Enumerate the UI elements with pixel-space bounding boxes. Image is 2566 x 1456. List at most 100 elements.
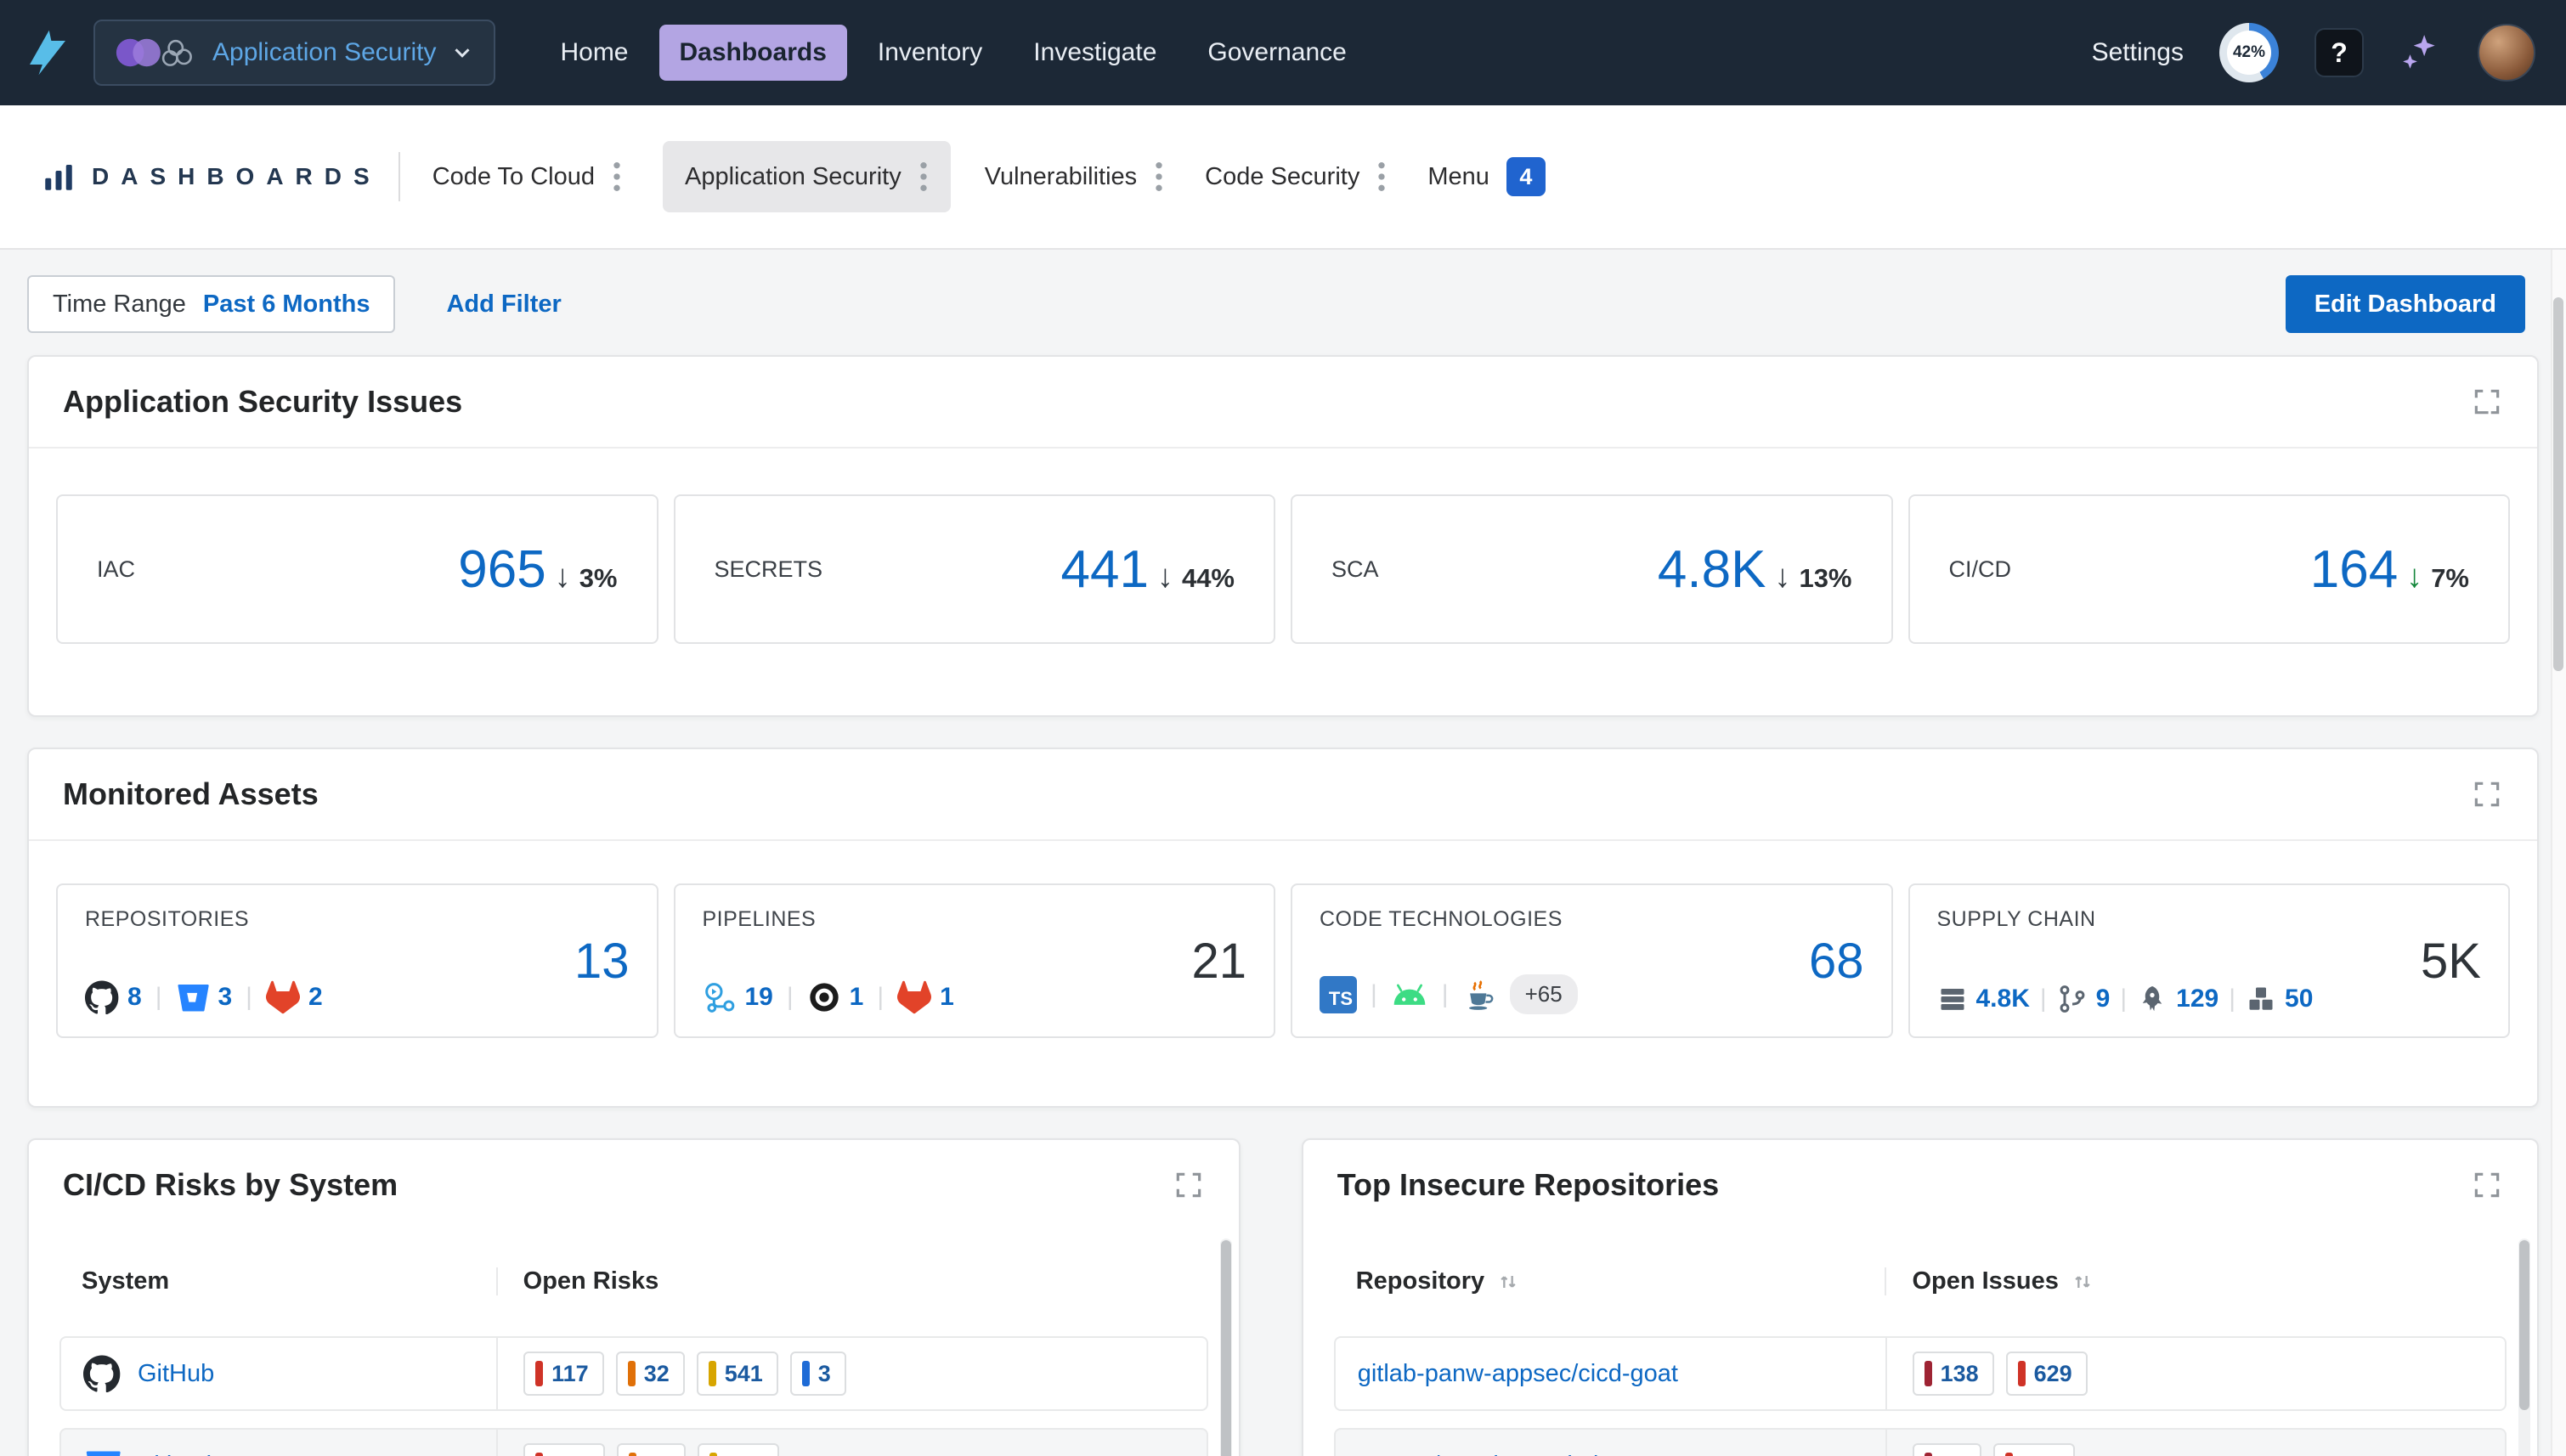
repo-count-github[interactable]: 8	[85, 980, 142, 1014]
nav-item-governance[interactable]: Governance	[1187, 25, 1366, 81]
system-link[interactable]: Bitbucket	[138, 1452, 239, 1456]
repo-count-bitbucket[interactable]: 3	[175, 980, 232, 1014]
sort-icon	[2071, 1270, 2094, 1294]
pipeline-count-circleci[interactable]: 1	[807, 980, 864, 1014]
nav-item-investigate[interactable]: Investigate	[1013, 25, 1177, 81]
tab-label: Code Security	[1205, 163, 1359, 191]
circleci-icon	[807, 980, 841, 1014]
kebab-menu-icon[interactable]	[1376, 160, 1387, 194]
expand-button[interactable]	[2471, 386, 2503, 418]
tab-vulnerabilities[interactable]: Vulnerabilities	[985, 160, 1164, 194]
divider: |	[2229, 985, 2235, 1013]
stat-label: SECRETS	[715, 556, 823, 583]
stat-tile-secrets[interactable]: SECRETS 441 ↓ 44%	[674, 494, 1276, 644]
time-range-value: Past 6 Months	[203, 291, 370, 319]
column-header-open-issues[interactable]: Open Issues	[1885, 1267, 2507, 1295]
app-context-switcher[interactable]: Application Security	[93, 20, 495, 86]
trend-arrow-icon: ↓	[1157, 559, 1173, 595]
time-range-filter[interactable]: Time Range Past 6 Months	[27, 275, 395, 333]
severity-bar	[2005, 1453, 2013, 1456]
severity-badge[interactable]: 32	[616, 1352, 685, 1396]
expand-button[interactable]	[2471, 1169, 2503, 1201]
ai-copilot-button[interactable]	[2399, 31, 2442, 74]
page-scrollbar-thumb[interactable]	[2553, 297, 2563, 671]
expand-button[interactable]	[2471, 778, 2503, 810]
table-row: GitHub 117 32 541 3	[59, 1336, 1208, 1411]
severity-badge[interactable]: 22	[617, 1443, 686, 1456]
severity-badge[interactable]: 423	[698, 1443, 779, 1456]
repository-link[interactable]: saarett/supplygoat-itai	[1358, 1452, 1599, 1456]
severity-badge[interactable]: 3	[790, 1352, 846, 1396]
divider: |	[246, 983, 252, 1012]
tech-android[interactable]	[1391, 980, 1428, 1009]
stat-tile-iac[interactable]: IAC 965 ↓ 3%	[56, 494, 658, 644]
supply-chain-packages[interactable]: 50	[2246, 984, 2313, 1014]
tab-menu[interactable]: Menu 4	[1427, 157, 1546, 196]
user-avatar[interactable]	[2478, 24, 2535, 82]
nav-item-dashboards[interactable]: Dashboards	[659, 25, 847, 81]
nav-item-home[interactable]: Home	[540, 25, 648, 81]
card-title: Monitored Assets	[63, 776, 319, 812]
tab-code-security[interactable]: Code Security	[1205, 160, 1387, 194]
severity-badge[interactable]: 541	[697, 1352, 778, 1396]
asset-label: REPOSITORIES	[85, 907, 323, 932]
nav-item-inventory[interactable]: Inventory	[857, 25, 1003, 81]
expand-button[interactable]	[1173, 1169, 1205, 1201]
asset-tile-supply-chain: SUPPLY CHAIN 4.8K | 9 | 129	[1908, 883, 2511, 1038]
tab-application-security[interactable]: Application Security	[663, 141, 951, 212]
android-icon	[1391, 980, 1428, 1009]
bitbucket-icon	[83, 1447, 121, 1456]
stat-value: 441	[1061, 539, 1149, 600]
gitlab-icon	[266, 980, 300, 1014]
stat-tile-sca[interactable]: SCA 4.8K ↓ 13%	[1291, 494, 1893, 644]
severity-bar	[1924, 1361, 1932, 1386]
trend-arrow-icon: ↓	[555, 559, 571, 595]
card-title: CI/CD Risks by System	[63, 1167, 398, 1203]
card-scrollbar-thumb[interactable]	[1221, 1240, 1231, 1456]
tech-java[interactable]	[1462, 978, 1496, 1012]
gitlab-icon	[897, 980, 931, 1014]
sort-icon	[1496, 1270, 1520, 1294]
credits-usage-ring[interactable]: 42%	[2219, 23, 2279, 82]
dashboards-icon	[41, 159, 76, 195]
pipeline-count-gitlab[interactable]: 1	[897, 980, 954, 1014]
supply-chain-dependencies[interactable]: 4.8K	[1937, 984, 2030, 1014]
stat-tile-cicd[interactable]: CI/CD 164 ↓ 7%	[1908, 494, 2511, 644]
repo-count-gitlab[interactable]: 2	[266, 980, 323, 1014]
prisma-cloud-logo[interactable]	[24, 29, 71, 76]
severity-badge[interactable]: 83	[1913, 1443, 1981, 1456]
tech-typescript[interactable]: TS	[1320, 976, 1357, 1013]
divider: |	[155, 983, 162, 1012]
settings-link[interactable]: Settings	[2092, 38, 2184, 67]
typescript-icon: TS	[1320, 976, 1357, 1013]
edit-dashboard-button[interactable]: Edit Dashboard	[2286, 275, 2525, 333]
monitored-assets-card: Monitored Assets REPOSITORIES 8 | 3	[27, 748, 2539, 1108]
primary-nav: Home Dashboards Inventory Investigate Go…	[540, 25, 1366, 81]
kebab-menu-icon[interactable]	[1154, 160, 1164, 194]
table-row: gitlab-panw-appsec/cicd-goat 138 629	[1334, 1336, 2507, 1411]
pipeline-icon	[703, 980, 737, 1014]
severity-badge[interactable]: 106	[523, 1443, 605, 1456]
add-filter-button[interactable]: Add Filter	[446, 291, 561, 319]
more-technologies-chip[interactable]: +65	[1510, 974, 1578, 1014]
chevron-down-icon	[449, 40, 475, 65]
kebab-menu-icon[interactable]	[918, 160, 929, 194]
tab-code-to-cloud[interactable]: Code To Cloud	[432, 160, 622, 194]
asset-total: 5K	[2421, 933, 2481, 990]
cicd-risks-card: CI/CD Risks by System System Open Risks …	[27, 1138, 1241, 1456]
supply-chain-branches[interactable]: 9	[2057, 984, 2111, 1014]
severity-bar	[802, 1361, 810, 1386]
severity-badge[interactable]: 347	[1993, 1443, 2075, 1456]
severity-badge[interactable]: 629	[2006, 1352, 2088, 1396]
column-header-repository[interactable]: Repository	[1334, 1267, 1885, 1295]
system-link[interactable]: GitHub	[138, 1360, 214, 1388]
kebab-menu-icon[interactable]	[612, 160, 622, 194]
card-scrollbar-thumb[interactable]	[2519, 1240, 2529, 1410]
severity-badge[interactable]: 138	[1913, 1352, 1994, 1396]
supply-chain-deployments[interactable]: 129	[2137, 984, 2218, 1014]
severity-badge[interactable]: 117	[523, 1352, 604, 1396]
repository-link[interactable]: gitlab-panw-appsec/cicd-goat	[1358, 1360, 1678, 1388]
pipeline-count-actions[interactable]: 19	[703, 980, 773, 1014]
help-button[interactable]: ?	[2314, 28, 2364, 77]
divider: |	[1371, 980, 1377, 1009]
